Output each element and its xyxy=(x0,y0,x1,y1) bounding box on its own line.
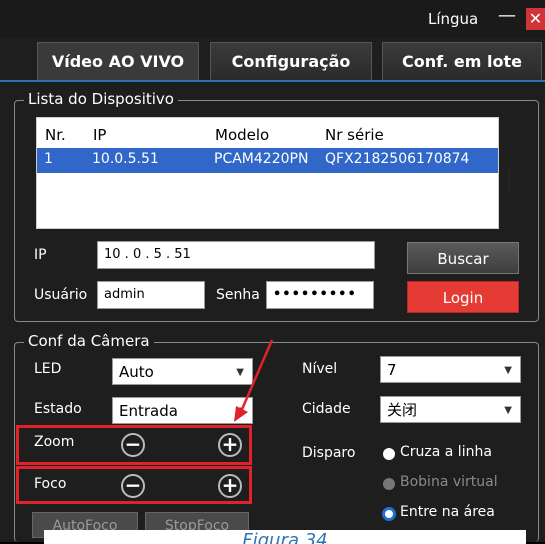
column-header-modelo: Modelo xyxy=(215,126,270,144)
focus-minus-button[interactable]: − xyxy=(121,474,145,498)
disparo-label: Disparo xyxy=(302,445,356,461)
close-button[interactable]: ✕ xyxy=(526,8,545,30)
estado-label: Estado xyxy=(34,401,82,417)
ip-label: IP xyxy=(34,247,47,263)
app-window: Língua — ✕ Vídeo AO VIVO Configuração Co… xyxy=(0,0,545,544)
zoom-out-button[interactable]: − xyxy=(121,433,145,457)
password-input[interactable]: ••••••••• xyxy=(266,281,374,309)
tab-bar-underline xyxy=(0,80,545,82)
list-scrollbar[interactable] xyxy=(508,168,511,194)
annotation-arrow xyxy=(234,339,274,422)
nivel-select[interactable]: 7 ▼ xyxy=(380,356,521,383)
foco-label: Foco xyxy=(34,476,67,492)
tab-configuracao[interactable]: Configuração xyxy=(210,42,372,80)
chevron-down-icon: ▼ xyxy=(504,405,512,416)
language-menu[interactable]: Língua xyxy=(428,10,478,28)
cell-nr-serie: QFX2182506170874 xyxy=(325,151,470,167)
tab-conf-em-lote[interactable]: Conf. em lote xyxy=(382,42,542,80)
cidade-select-value: 关闭 xyxy=(387,401,418,419)
cidade-label: Cidade xyxy=(302,401,351,417)
tab-video-ao-vivo[interactable]: Vídeo AO VIVO xyxy=(37,42,199,80)
login-button[interactable]: Login xyxy=(407,281,519,313)
estado-select-value: Entrada xyxy=(119,402,178,420)
column-header-ip: IP xyxy=(93,126,107,144)
camera-config-title: Conf da Câmera xyxy=(24,332,154,350)
radio-bobina-virtual[interactable] xyxy=(383,478,395,490)
radio-label-cruza-a-linha: Cruza a linha xyxy=(400,444,492,460)
password-label: Senha xyxy=(216,287,260,303)
column-header-nr-serie: Nr série xyxy=(325,126,384,144)
chevron-down-icon: ▼ xyxy=(504,365,512,376)
cell-nr: 1 xyxy=(44,151,53,167)
cell-modelo: PCAM4220PN xyxy=(214,151,309,167)
ip-address-input[interactable]: 10 . 0 . 5 . 51 xyxy=(97,241,375,269)
led-select-value: Auto xyxy=(119,363,154,381)
radio-label-entre-na-area: Entre na área xyxy=(400,504,495,520)
nivel-select-value: 7 xyxy=(387,361,397,379)
search-button[interactable]: Buscar xyxy=(407,242,519,274)
zoom-label: Zoom xyxy=(34,434,75,450)
radio-label-bobina-virtual: Bobina virtual xyxy=(400,474,498,490)
column-header-nr: Nr. xyxy=(45,126,66,144)
cidade-select[interactable]: 关闭 ▼ xyxy=(380,396,521,423)
radio-entre-na-area[interactable] xyxy=(382,507,396,521)
led-label: LED xyxy=(34,361,62,377)
cell-ip: 10.0.5.51 xyxy=(92,151,159,167)
minimize-button[interactable]: — xyxy=(498,5,516,26)
nivel-label: Nível xyxy=(302,361,338,377)
device-list-table[interactable]: Nr. IP Modelo Nr série xyxy=(36,117,499,229)
radio-cruza-a-linha[interactable] xyxy=(383,448,395,460)
focus-plus-button[interactable]: + xyxy=(218,474,242,498)
device-list-title: Lista do Dispositivo xyxy=(24,90,178,108)
zoom-in-button[interactable]: + xyxy=(218,433,242,457)
user-input[interactable]: admin xyxy=(97,281,205,309)
user-label: Usuário xyxy=(34,287,88,303)
